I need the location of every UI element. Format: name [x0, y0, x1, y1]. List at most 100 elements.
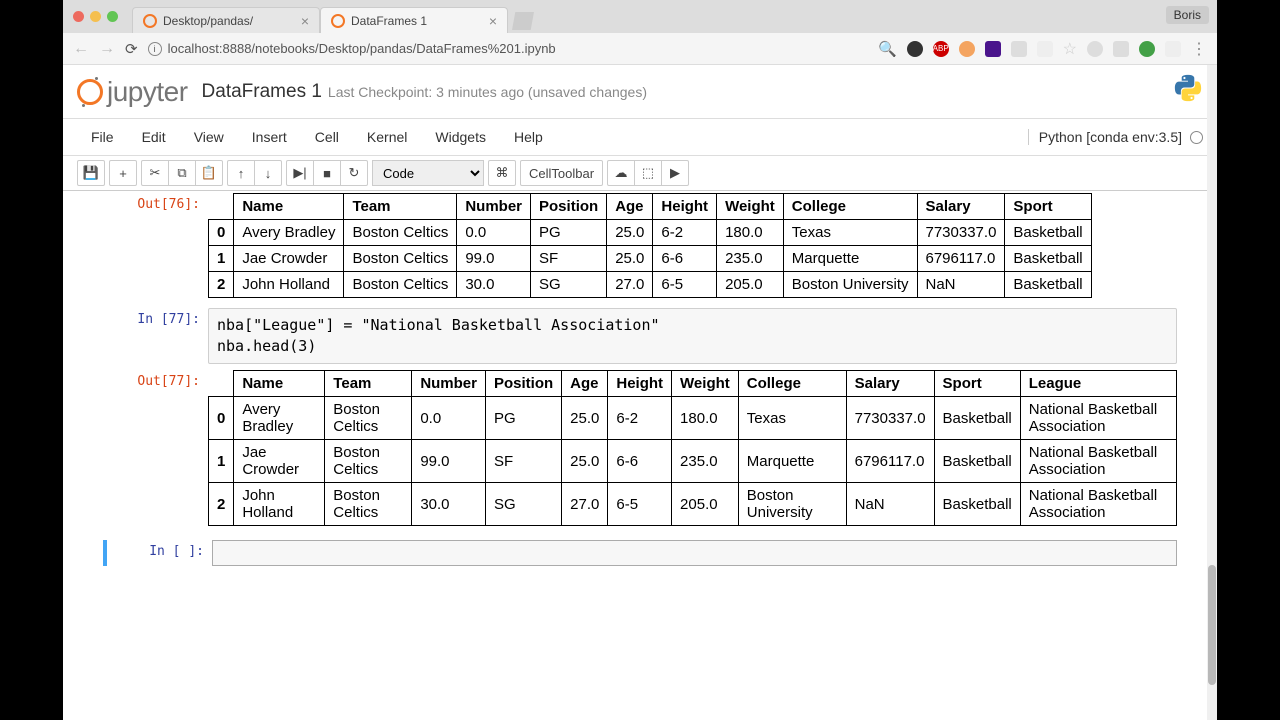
window-controls	[73, 11, 118, 22]
forward-icon[interactable]: →	[99, 40, 115, 58]
row-index: 2	[209, 272, 234, 298]
table-cell: Boston Celtics	[325, 397, 412, 440]
zoom-icon[interactable]: 🔍	[878, 40, 897, 58]
url-bar[interactable]: i localhost:8888/notebooks/Desktop/panda…	[148, 41, 868, 56]
paste-button[interactable]: 📋	[195, 160, 223, 186]
menu-kernel[interactable]: Kernel	[353, 123, 421, 151]
command-palette-button[interactable]: ⌘	[488, 160, 516, 186]
copy-button[interactable]: ⧉	[168, 160, 196, 186]
column-header: Weight	[717, 194, 784, 220]
chrome-menu-icon[interactable]: ⋮	[1191, 39, 1207, 59]
move-down-button[interactable]: ↓	[254, 160, 282, 186]
row-index: 0	[209, 397, 234, 440]
menu-cell[interactable]: Cell	[301, 123, 353, 151]
table-row: 0Avery BradleyBoston Celtics0.0PG25.06-2…	[209, 220, 1092, 246]
jupyter-logo[interactable]: jupyter	[77, 76, 188, 108]
reload-icon[interactable]: ⟳	[125, 40, 138, 58]
table-cell: Marquette	[738, 440, 846, 483]
menubar: File Edit View Insert Cell Kernel Widget…	[63, 118, 1217, 156]
add-cell-button[interactable]: +	[109, 160, 137, 186]
browser-tab-bar: Desktop/pandas/ × DataFrames 1 × Boris	[63, 0, 1217, 33]
menu-help[interactable]: Help	[500, 123, 557, 151]
minimize-window-icon[interactable]	[90, 11, 101, 22]
table-cell: 235.0	[672, 440, 739, 483]
extension-icon[interactable]	[1113, 41, 1129, 57]
code-body[interactable]	[212, 540, 1177, 566]
table-cell: Texas	[783, 220, 917, 246]
table-cell: 205.0	[672, 483, 739, 526]
close-tab-icon[interactable]: ×	[301, 13, 309, 29]
column-header: League	[1020, 371, 1176, 397]
cell-toolbar-button[interactable]: CellToolbar	[520, 160, 603, 186]
code-body[interactable]: nba["League"] = "National Basketball Ass…	[208, 308, 1177, 364]
move-up-button[interactable]: ↑	[227, 160, 255, 186]
gift-button[interactable]: ⬚	[634, 160, 662, 186]
row-index: 0	[209, 220, 234, 246]
menu-file[interactable]: File	[77, 123, 128, 151]
table-cell: Boston University	[783, 272, 917, 298]
cell-type-select[interactable]: Code	[372, 160, 484, 186]
extension-icon[interactable]	[1011, 41, 1027, 57]
stop-button[interactable]: ■	[313, 160, 341, 186]
browser-tab-1[interactable]: Desktop/pandas/ ×	[132, 7, 320, 33]
kernel-name[interactable]: Python [conda env:3.5]	[1039, 129, 1182, 145]
table-cell: 6796117.0	[917, 246, 1005, 272]
in-prompt: In [77]:	[103, 308, 208, 364]
browser-tab-2[interactable]: DataFrames 1 ×	[320, 7, 508, 33]
youtube-button[interactable]: ▶	[661, 160, 689, 186]
column-header: Number	[457, 194, 531, 220]
scrollbar[interactable]	[1207, 65, 1217, 720]
menu-edit[interactable]: Edit	[128, 123, 180, 151]
jupyter-icon	[77, 79, 103, 105]
close-tab-icon[interactable]: ×	[489, 13, 497, 29]
adblock-icon[interactable]: ABP	[933, 41, 949, 57]
input-cell-empty[interactable]: In [ ]:	[103, 540, 1177, 566]
tab-title: DataFrames 1	[351, 14, 427, 28]
extension-icon[interactable]	[1087, 41, 1103, 57]
upload-button[interactable]: ☁	[607, 160, 635, 186]
table-cell: PG	[486, 397, 562, 440]
run-button[interactable]: ▶|	[286, 160, 314, 186]
restart-button[interactable]: ↻	[340, 160, 368, 186]
close-window-icon[interactable]	[73, 11, 84, 22]
bookmark-star-icon[interactable]: ☆	[1063, 39, 1077, 59]
jupyter-favicon-icon	[331, 14, 345, 28]
input-cell-77[interactable]: In [77]: nba["League"] = "National Baske…	[103, 308, 1177, 364]
back-icon[interactable]: ←	[73, 40, 89, 58]
out-prompt: Out[77]:	[103, 370, 208, 526]
table-cell: 6796117.0	[846, 440, 934, 483]
scrollbar-thumb[interactable]	[1208, 565, 1216, 685]
save-button[interactable]: 💾	[77, 160, 105, 186]
kernel-idle-icon	[1190, 131, 1203, 144]
cut-button[interactable]: ✂	[141, 160, 169, 186]
table-cell: 180.0	[717, 220, 784, 246]
table-cell: Basketball	[934, 483, 1020, 526]
extension-icon[interactable]	[1165, 41, 1181, 57]
extension-icon[interactable]	[907, 41, 923, 57]
site-info-icon[interactable]: i	[148, 42, 162, 56]
table-cell: Boston University	[738, 483, 846, 526]
chrome-profile-chip[interactable]: Boris	[1166, 6, 1209, 24]
extension-icon[interactable]	[985, 41, 1001, 57]
notebook-container[interactable]: Out[76]: NameTeamNumberPositionAgeHeight…	[63, 191, 1217, 720]
menu-insert[interactable]: Insert	[238, 123, 301, 151]
column-header: Position	[486, 371, 562, 397]
column-header: Height	[608, 371, 672, 397]
new-tab-button[interactable]	[512, 12, 534, 30]
extension-icon[interactable]	[1037, 41, 1053, 57]
table-cell: 6-5	[608, 483, 672, 526]
menu-widgets[interactable]: Widgets	[421, 123, 500, 151]
menu-view[interactable]: View	[180, 123, 238, 151]
extension-icon[interactable]	[1139, 41, 1155, 57]
table-cell: NaN	[917, 272, 1005, 298]
table-cell: 27.0	[562, 483, 608, 526]
kernel-status: Python [conda env:3.5]	[1028, 129, 1203, 145]
maximize-window-icon[interactable]	[107, 11, 118, 22]
output-cell-76: Out[76]: NameTeamNumberPositionAgeHeight…	[103, 193, 1177, 298]
dataframe-table-77: NameTeamNumberPositionAgeHeightWeightCol…	[208, 370, 1177, 526]
extension-icon[interactable]	[959, 41, 975, 57]
column-header: Age	[562, 371, 608, 397]
table-cell: John Holland	[234, 272, 344, 298]
notebook-title[interactable]: DataFrames 1	[202, 81, 322, 103]
table-cell: 235.0	[717, 246, 784, 272]
